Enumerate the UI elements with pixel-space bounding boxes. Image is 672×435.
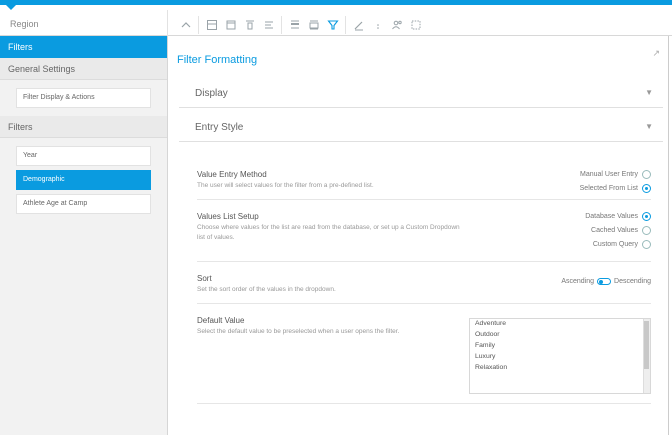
- pen-icon[interactable]: [349, 16, 368, 34]
- sidebar-header-filters[interactable]: Filters: [0, 36, 167, 58]
- chevron-down-icon: ▼: [645, 88, 653, 97]
- box-icon[interactable]: [221, 16, 240, 34]
- list-icon[interactable]: [259, 16, 278, 34]
- section-display[interactable]: Display ▼: [179, 74, 663, 108]
- option-title: Sort: [197, 274, 212, 283]
- section-entry-style[interactable]: Entry Style ▼: [179, 108, 663, 142]
- option-sort: Sort Set the sort order of the values in…: [197, 270, 651, 304]
- align-icon[interactable]: [240, 16, 259, 34]
- radio-icon: [642, 212, 651, 221]
- option-title: Values List Setup: [197, 212, 259, 221]
- search-value: Region: [10, 19, 39, 29]
- sidebar-item-filter-display[interactable]: Filter Display & Actions: [16, 88, 151, 108]
- radio-manual-entry[interactable]: Manual User Entry: [580, 170, 651, 179]
- layout-icon[interactable]: [202, 16, 221, 34]
- main-panel: Filter Formatting ↗ Display ▼ Entry Styl…: [169, 36, 669, 435]
- list-item[interactable]: Relaxation: [470, 363, 650, 374]
- scrollbar-thumb[interactable]: [644, 321, 649, 369]
- radio-icon: [642, 184, 651, 193]
- option-description: The user will select values for the filt…: [197, 182, 374, 189]
- section-label: Display: [195, 88, 228, 99]
- page-title: Filter Formatting: [177, 54, 258, 66]
- resize-icon[interactable]: ↗: [652, 48, 660, 59]
- option-value-entry-method: Value Entry Method The user will select …: [197, 166, 651, 200]
- top-toolbar: Region: [0, 0, 672, 40]
- option-title: Value Entry Method: [197, 170, 267, 179]
- default-value-listbox[interactable]: Adventure Outdoor Family Luxury Relaxati…: [469, 318, 651, 394]
- radio-database-values[interactable]: Database Values: [585, 212, 651, 221]
- option-description: Set the sort order of the values in the …: [197, 286, 336, 293]
- option-title: Default Value: [197, 316, 245, 325]
- toolbar-separator: [198, 16, 199, 34]
- sidebar-header-filters-section[interactable]: Filters: [0, 116, 167, 138]
- list-item[interactable]: Outdoor: [470, 330, 650, 341]
- radio-cached-values[interactable]: Cached Values: [591, 226, 651, 235]
- dots-icon[interactable]: [368, 16, 387, 34]
- sidebar-item-year[interactable]: Year: [16, 146, 151, 166]
- option-values-list-setup: Values List Setup Choose where values fo…: [197, 208, 651, 262]
- radio-icon: [642, 226, 651, 235]
- people-icon[interactable]: [387, 16, 406, 34]
- sort-toggle[interactable]: Ascending Descending: [561, 278, 651, 285]
- filter-icon[interactable]: [323, 16, 342, 34]
- table-icon[interactable]: [304, 16, 323, 34]
- radio-custom-query[interactable]: Custom Query: [593, 240, 651, 249]
- option-description: Select the default value to be preselect…: [197, 328, 400, 335]
- radio-icon: [642, 170, 651, 179]
- dashed-box-icon[interactable]: [406, 16, 425, 34]
- columns-icon[interactable]: [285, 16, 304, 34]
- option-description: Choose where values for the list are rea…: [197, 224, 460, 241]
- toolbar-separator: [345, 16, 346, 34]
- list-item[interactable]: Adventure: [470, 319, 650, 330]
- option-default-value: Default Value Select the default value t…: [197, 312, 651, 404]
- list-item[interactable]: Family: [470, 341, 650, 352]
- radio-icon: [642, 240, 651, 249]
- chevron-down-icon: ▼: [645, 122, 653, 131]
- toggle-icon: [597, 278, 612, 285]
- sidebar: Filters General Settings Filter Display …: [0, 36, 168, 435]
- list-item[interactable]: Luxury: [470, 352, 650, 363]
- chevron-up-icon[interactable]: [176, 16, 195, 34]
- sidebar-item-demographic[interactable]: Demographic: [16, 170, 151, 190]
- section-label: Entry Style: [195, 122, 244, 133]
- scrollbar[interactable]: [643, 319, 650, 393]
- radio-selected-from-list[interactable]: Selected From List: [580, 184, 651, 193]
- caret-icon: [6, 5, 16, 10]
- sidebar-item-athlete-age[interactable]: Athlete Age at Camp: [16, 194, 151, 214]
- toolbar-separator: [281, 16, 282, 34]
- sidebar-header-general-settings[interactable]: General Settings: [0, 58, 167, 80]
